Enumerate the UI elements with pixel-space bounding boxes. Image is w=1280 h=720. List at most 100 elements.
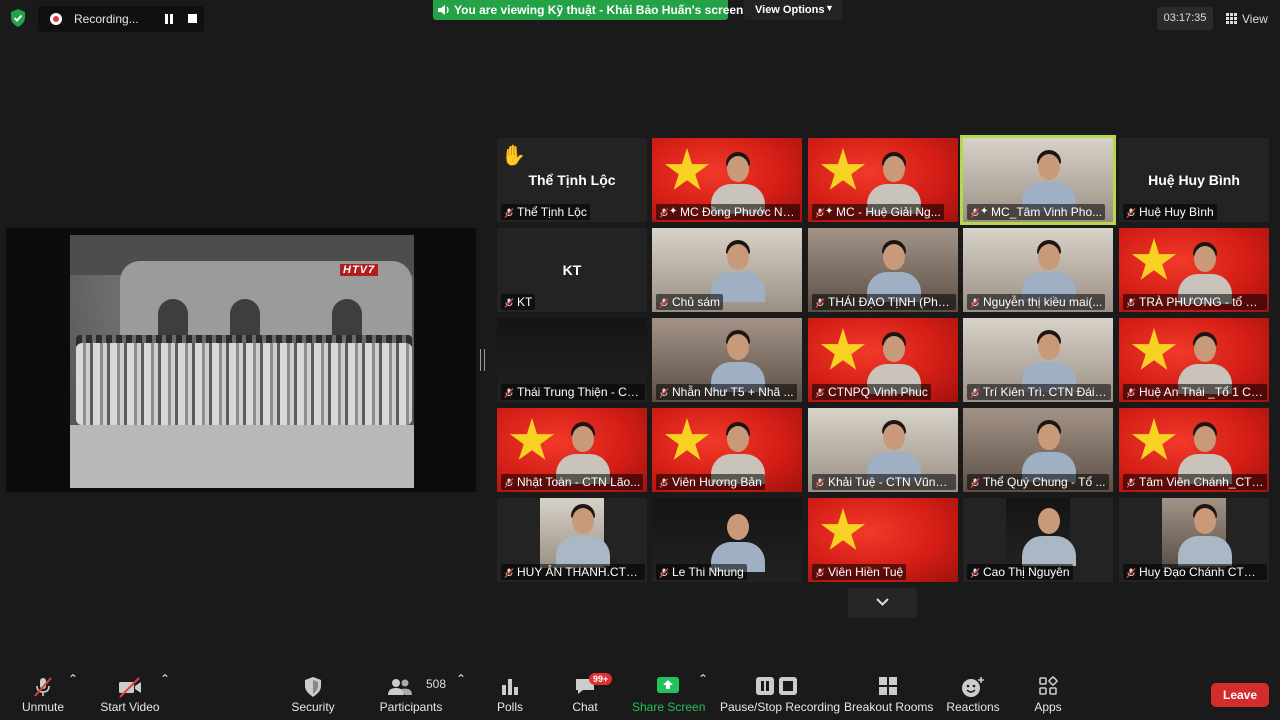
participant-tile[interactable]: ✦ MC - Huệ Giải Ng... <box>808 138 958 222</box>
muted-microphone-icon <box>504 208 514 218</box>
participant-tile[interactable]: Cao Thị Nguyên <box>963 498 1113 582</box>
muted-microphone-icon <box>659 388 669 398</box>
participant-tile[interactable]: KT KT <box>497 228 647 312</box>
muted-microphone-icon <box>1126 568 1136 578</box>
muted-microphone-icon <box>970 478 980 488</box>
muted-microphone-icon <box>504 568 514 578</box>
polls-button[interactable]: Polls <box>490 672 530 720</box>
gallery-next-page-button[interactable] <box>848 588 917 618</box>
muted-microphone-icon <box>970 208 980 218</box>
participant-name-label: Huệ An Thái _Tổ 1 CT... <box>1123 384 1267 400</box>
chevron-down-icon: ▼ <box>825 3 834 13</box>
stop-recording-icon[interactable] <box>188 14 197 23</box>
muted-microphone-icon <box>970 388 980 398</box>
participant-tile[interactable]: Huệ Huy Bình Huệ Huy Bình <box>1119 138 1269 222</box>
participant-tile[interactable]: TRÀ PHƯƠNG - tổ 1 ... <box>1119 228 1269 312</box>
participant-tile[interactable]: Huy Đạo Chánh CTN ... <box>1119 498 1269 582</box>
participant-tile[interactable]: Chủ sám <box>652 228 802 312</box>
muted-microphone-icon <box>1126 298 1136 308</box>
leave-button[interactable]: Leave <box>1211 683 1269 707</box>
pause-stop-recording-button[interactable]: Pause/Stop Recording <box>720 672 841 720</box>
participant-name-label: Huy Đạo Chánh CTN ... <box>1123 564 1267 580</box>
spotlight-pin-icon: ✦ <box>825 206 834 217</box>
participant-name-text: Khải Tuệ - CTN Vũng ... <box>828 475 956 489</box>
view-button-label: View <box>1242 12 1268 26</box>
breakout-rooms-label: Breakout Rooms <box>844 700 934 714</box>
shared-screen[interactable]: HTV7 <box>6 228 476 492</box>
view-options-button[interactable]: View Options ▼ <box>744 0 842 20</box>
muted-microphone-icon <box>504 388 514 398</box>
participant-tile[interactable]: THÁI ĐẠO TỊNH (Phật... <box>808 228 958 312</box>
breakout-rooms-grid-icon <box>879 677 897 695</box>
security-label: Security <box>291 700 335 714</box>
start-video-label: Start Video <box>100 700 160 714</box>
participant-tile[interactable]: Viên Hương Bản <box>652 408 802 492</box>
participant-tile[interactable]: Thái Trung Thiện - CT... <box>497 318 647 402</box>
muted-microphone-icon <box>659 208 669 218</box>
muted-microphone-icon <box>1126 208 1136 218</box>
participant-name-label: TRÀ PHƯƠNG - tổ 1 ... <box>1123 294 1267 310</box>
video-options-caret-icon[interactable]: ⌃ <box>160 672 170 720</box>
viewing-screen-banner: You are viewing Kỹ thuật - Khải Bảo Huấn… <box>433 0 743 20</box>
pause-stop-recording-label: Pause/Stop Recording <box>720 700 841 714</box>
participant-name-label: Le Thi Nhung <box>656 564 747 580</box>
participant-tile[interactable]: Trí Kiên Trì. CTN Đái L... <box>963 318 1113 402</box>
participant-tile[interactable]: Nhẫn Như T5 + Nhã ... <box>652 318 802 402</box>
participant-tile[interactable]: Le Thi Nhung <box>652 498 802 582</box>
participant-tile[interactable]: Thể Quý Chung - Tổ ... <box>963 408 1113 492</box>
participant-name-text: Nguyễn thị kiều mai(... <box>983 295 1103 309</box>
security-shield-icon <box>8 8 28 28</box>
video-off-icon <box>119 677 141 698</box>
participant-tile[interactable]: Tâm Viên Chánh_CTN... <box>1119 408 1269 492</box>
muted-microphone-icon <box>815 208 825 218</box>
breakout-rooms-button[interactable]: Breakout Rooms <box>844 672 934 720</box>
recording-label: Recording... <box>74 12 139 26</box>
participant-tile[interactable]: ✦ MC_Tâm Vinh Pho... <box>960 135 1116 225</box>
muted-microphone-icon <box>659 298 669 308</box>
participant-tile[interactable]: ✦ MC Đồng Phước Nghĩa <box>652 138 802 222</box>
share-screen-button[interactable]: Share Screen <box>632 672 706 720</box>
muted-microphone-icon <box>815 568 825 578</box>
reactions-button[interactable]: Reactions <box>946 672 1000 720</box>
share-options-caret-icon[interactable]: ⌃ <box>698 672 708 720</box>
split-resize-handle[interactable] <box>480 349 485 371</box>
participant-name-text: HUY ẢN THANH.CTN ... <box>517 565 645 579</box>
security-button[interactable]: Security <box>288 672 338 720</box>
apps-label: Apps <box>1034 700 1062 714</box>
participant-name-text: Le Thi Nhung <box>672 565 744 579</box>
participants-options-caret-icon[interactable]: ⌃ <box>456 672 466 720</box>
participant-name-text: Thái Trung Thiện - CT... <box>517 385 643 399</box>
participant-tile[interactable]: Huệ An Thái _Tổ 1 CT... <box>1119 318 1269 402</box>
participant-tile[interactable]: Viên Hiền Tuệ <box>808 498 958 582</box>
participant-name-text: Nhật Toàn - CTN Lão... <box>517 475 641 489</box>
participant-name-text: CTNPQ Vinh Phuc <box>828 385 928 399</box>
participant-tile[interactable]: CTNPQ Vinh Phuc <box>808 318 958 402</box>
recording-dot-icon <box>50 13 62 25</box>
raised-hand-icon: ✋ <box>501 145 526 167</box>
participant-name-text: Thể Tịnh Lộc <box>517 205 587 219</box>
view-button[interactable]: View <box>1220 7 1272 30</box>
participant-tile[interactable]: HUY ẢN THANH.CTN ... <box>497 498 647 582</box>
apps-button[interactable]: Apps <box>1028 672 1068 720</box>
unmute-button[interactable]: Unmute <box>14 672 72 720</box>
muted-microphone-icon <box>970 298 980 308</box>
muted-microphone-icon <box>815 478 825 488</box>
participant-tile[interactable]: Nhật Toàn - CTN Lão... <box>497 408 647 492</box>
participant-tile[interactable]: Nguyễn thị kiều mai(... <box>963 228 1113 312</box>
participant-name-text: Huệ An Thái _Tổ 1 CT... <box>1139 385 1267 399</box>
participant-name-label: Chủ sám <box>656 294 724 310</box>
muted-microphone-icon <box>815 388 825 398</box>
pause-recording-icon[interactable] <box>164 14 174 24</box>
participant-name-text: Viên Hương Bản <box>672 475 762 489</box>
participant-name-label: Trí Kiên Trì. CTN Đái L... <box>967 384 1111 400</box>
participant-name-text: KT <box>517 295 533 309</box>
audio-options-caret-icon[interactable]: ⌃ <box>68 672 78 720</box>
share-screen-label: Share Screen <box>632 700 706 714</box>
participant-name-text: Chủ sám <box>672 295 721 309</box>
participants-label: Participants <box>379 700 443 714</box>
participant-name-label: THÁI ĐẠO TỊNH (Phật... <box>812 294 956 310</box>
spotlight-pin-icon: ✦ <box>669 206 678 217</box>
participant-name-text: Cao Thị Nguyên <box>983 565 1070 579</box>
participant-tile[interactable]: Khải Tuệ - CTN Vũng ... <box>808 408 958 492</box>
start-video-button[interactable]: Start Video <box>98 672 162 720</box>
